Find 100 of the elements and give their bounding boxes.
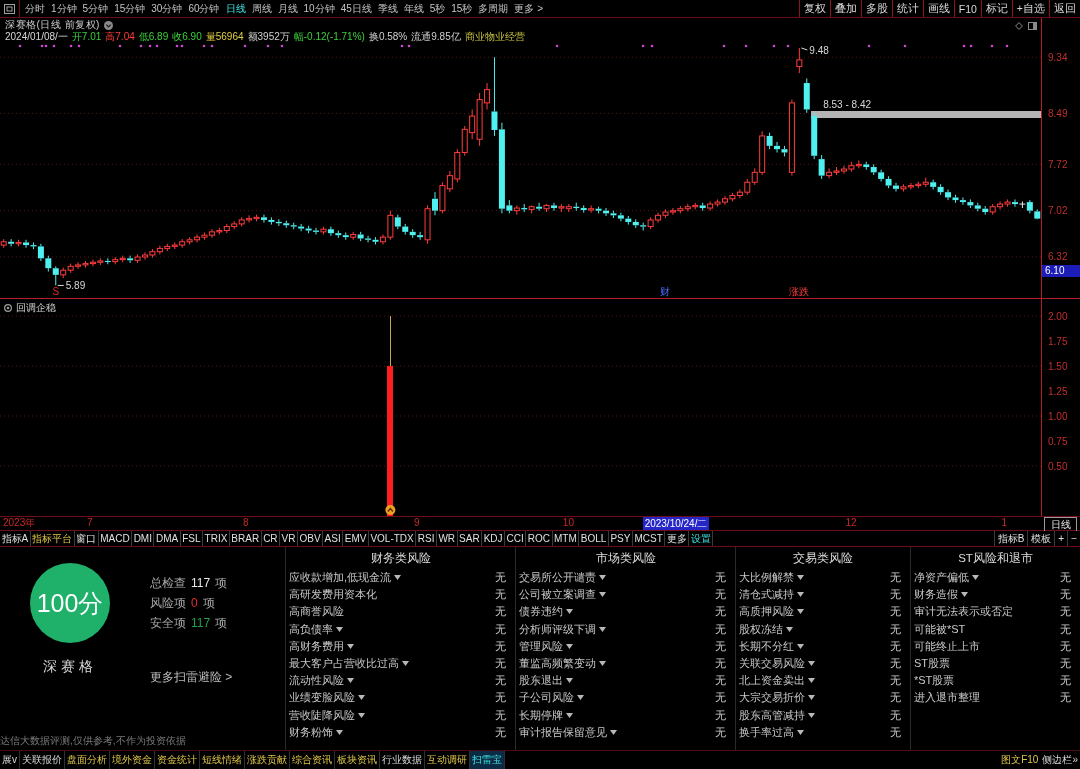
- indicator-tab[interactable]: KDJ: [482, 531, 506, 546]
- bottom-tab[interactable]: 境外资金: [110, 751, 155, 769]
- period-tab[interactable]: 周线: [248, 0, 275, 17]
- indicator-tab[interactable]: VOL-TDX: [368, 531, 417, 546]
- window-icon[interactable]: [4, 3, 15, 14]
- period-tab[interactable]: 1分钟: [48, 0, 80, 17]
- cursor-date-label: 2023/10/24/二: [642, 517, 710, 530]
- indicator-tab[interactable]: 指标平台: [30, 531, 75, 546]
- caret-down-icon[interactable]: [566, 678, 573, 684]
- indicator-tab[interactable]: WR: [436, 531, 458, 546]
- risk-result: 无: [1060, 690, 1071, 706]
- caret-down-icon[interactable]: [566, 712, 573, 718]
- indicator-tab[interactable]: ROC: [526, 531, 553, 546]
- caret-down-icon[interactable]: [961, 592, 968, 598]
- indicator-tab[interactable]: CCI: [505, 531, 527, 546]
- period-tab[interactable]: 30分钟: [148, 0, 186, 17]
- caret-down-icon[interactable]: [358, 695, 365, 701]
- caret-down-icon[interactable]: [347, 678, 354, 684]
- caret-down-icon[interactable]: [566, 609, 573, 615]
- indicator-tab[interactable]: PSY: [608, 531, 633, 546]
- indicator-tab[interactable]: MACD: [98, 531, 133, 546]
- panel-toggle-icon[interactable]: [1028, 22, 1037, 30]
- bottom-tab[interactable]: 扫雷宝: [470, 751, 505, 769]
- bottom-tab[interactable]: 板块资讯: [335, 751, 380, 769]
- indicator-tab[interactable]: DMA: [154, 531, 181, 546]
- indicator-tab[interactable]: TRIX: [203, 531, 230, 546]
- caret-down-icon[interactable]: [808, 712, 815, 718]
- caret-down-icon[interactable]: [797, 643, 804, 649]
- indicator-tab[interactable]: BOLL: [579, 531, 609, 546]
- indicator-tab[interactable]: +: [1054, 531, 1068, 546]
- circle-icon[interactable]: [4, 304, 12, 312]
- caret-down-icon[interactable]: [808, 661, 815, 667]
- period-tab[interactable]: 分时: [22, 0, 48, 17]
- risk-item-label: 财务粉饰: [289, 724, 333, 740]
- indicator-tab[interactable]: 更多: [665, 531, 690, 546]
- caret-down-icon[interactable]: [347, 643, 354, 649]
- caret-down-icon[interactable]: [797, 575, 804, 581]
- indicator-tab[interactable]: BRAR: [229, 531, 262, 546]
- period-tab[interactable]: 15秒: [448, 0, 476, 17]
- caret-down-icon[interactable]: [797, 609, 804, 615]
- period-tab[interactable]: 月线: [274, 0, 301, 17]
- indicator-tab[interactable]: ASI: [323, 531, 344, 546]
- caret-down-icon[interactable]: [336, 729, 343, 735]
- period-tab[interactable]: 60分钟: [185, 0, 223, 17]
- caret-down-icon[interactable]: [599, 592, 606, 598]
- period-tab[interactable]: 5秒: [426, 0, 449, 17]
- indicator-tab[interactable]: 模板: [1027, 531, 1055, 546]
- caret-down-icon[interactable]: [599, 575, 606, 581]
- indicator-tab[interactable]: VR: [280, 531, 298, 546]
- caret-down-icon[interactable]: [786, 626, 793, 632]
- caret-down-icon[interactable]: [599, 626, 606, 632]
- indicator-tab[interactable]: MCST: [632, 531, 666, 546]
- caret-down-icon[interactable]: [599, 661, 606, 667]
- side-link[interactable]: 侧边栏»: [1040, 751, 1080, 769]
- caret-down-icon[interactable]: [566, 643, 573, 649]
- bottom-tab[interactable]: 盘面分析: [65, 751, 110, 769]
- more-scan-link[interactable]: 更多扫雷避险 >: [150, 669, 233, 686]
- period-tab[interactable]: 10分钟: [300, 0, 338, 17]
- caret-down-icon[interactable]: [336, 626, 343, 632]
- period-tab[interactable]: 多周期: [475, 0, 512, 17]
- period-tab[interactable]: 更多 >: [511, 0, 547, 17]
- indicator-tab[interactable]: RSI: [416, 531, 437, 546]
- period-tab[interactable]: 季线: [374, 0, 401, 17]
- indicator-tab[interactable]: EMV: [343, 531, 369, 546]
- indicator-tab[interactable]: 设置: [689, 531, 714, 546]
- event-marker: 涨跌: [789, 286, 810, 297]
- caret-down-icon[interactable]: [808, 695, 815, 701]
- period-tab[interactable]: 日线: [222, 0, 249, 17]
- indicator-tab[interactable]: 窗口: [74, 531, 99, 546]
- bottom-tab[interactable]: 综合资讯: [290, 751, 335, 769]
- caret-down-icon[interactable]: [402, 661, 409, 667]
- bottom-tab[interactable]: 涨跌贡献: [245, 751, 290, 769]
- indicator-tab[interactable]: DMI: [132, 531, 155, 546]
- quote-value: 流通9.85亿: [411, 30, 461, 44]
- diamond-icon[interactable]: [1015, 22, 1023, 30]
- period-tab[interactable]: 年线: [400, 0, 427, 17]
- caret-down-icon[interactable]: [358, 712, 365, 718]
- caret-down-icon[interactable]: [808, 678, 815, 684]
- bottom-tab[interactable]: 短线情绪: [200, 751, 245, 769]
- chevron-down-circle-icon[interactable]: [103, 20, 113, 30]
- indicator-tab[interactable]: OBV: [298, 531, 324, 546]
- period-tab[interactable]: 5分钟: [79, 0, 112, 17]
- bottom-tab[interactable]: 关联报价: [20, 751, 65, 769]
- caret-down-icon[interactable]: [797, 592, 804, 598]
- side-link[interactable]: 图文F10: [999, 751, 1041, 769]
- indicator-tab[interactable]: MTM: [552, 531, 580, 546]
- indicator-tab[interactable]: FSL: [180, 531, 204, 546]
- bottom-tab[interactable]: 资金统计: [155, 751, 200, 769]
- indicator-tab[interactable]: −: [1067, 531, 1080, 546]
- caret-down-icon[interactable]: [972, 575, 979, 581]
- caret-down-icon[interactable]: [610, 729, 617, 735]
- caret-down-icon[interactable]: [394, 575, 402, 581]
- bottom-tab[interactable]: 行业数据: [380, 751, 425, 769]
- period-tab[interactable]: 45日线: [337, 0, 375, 17]
- caret-down-icon[interactable]: [797, 729, 804, 735]
- indicator-tab[interactable]: SAR: [457, 531, 483, 546]
- period-tab[interactable]: 15分钟: [111, 0, 149, 17]
- caret-down-icon[interactable]: [577, 695, 584, 701]
- indicator-tab[interactable]: 指标A: [0, 531, 31, 546]
- bottom-tab[interactable]: 展v: [0, 751, 20, 769]
